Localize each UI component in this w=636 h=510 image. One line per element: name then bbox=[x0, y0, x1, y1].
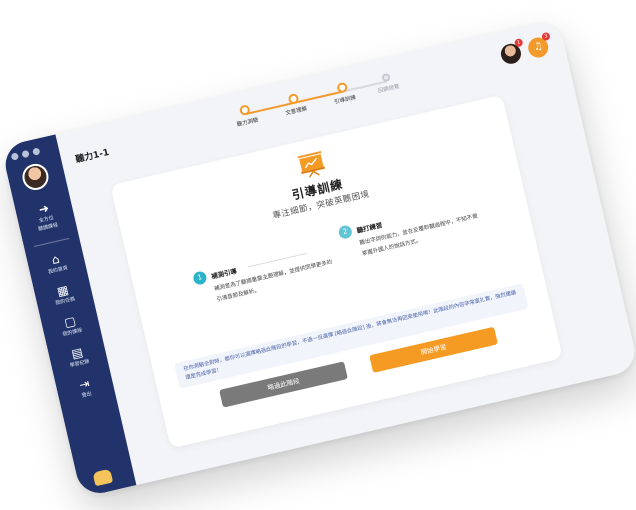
sidebar-avatar[interactable] bbox=[19, 161, 52, 193]
user-avatar[interactable]: 1 bbox=[498, 37, 524, 66]
window-dot bbox=[21, 149, 30, 159]
notification-badge: 3 bbox=[541, 31, 551, 42]
avatar-badge: 1 bbox=[513, 37, 524, 48]
step-label: 回顧總覽 bbox=[377, 83, 401, 95]
window-dot bbox=[10, 152, 20, 161]
mascot-icon bbox=[92, 468, 114, 487]
point-text: 補測是為了聽擷重要主題理解，並提供同學更多的引導音節及解析。 bbox=[213, 259, 333, 304]
step-label: 文意理解 bbox=[285, 106, 308, 117]
tablet-frame: ➜ 全方位 聽讀課程 ⌂ 我的首頁 ▦ 我的任務 ▢ 我的課程 ▤ 學習紀錄 ⇥… bbox=[0, 18, 636, 498]
point-title: 聽打練習 bbox=[355, 221, 384, 235]
point-number: 2 bbox=[337, 224, 354, 240]
step-label: 引導訓練 bbox=[333, 94, 357, 106]
sidebar-item-logout[interactable]: ⇥ 登出 bbox=[56, 372, 115, 404]
presentation-board-icon bbox=[297, 151, 326, 178]
step-circle bbox=[287, 92, 300, 105]
step-listening-test[interactable]: 聽力測驗 bbox=[219, 100, 272, 132]
lesson-title: 聽力1-1 bbox=[74, 147, 111, 166]
sidebar-divider bbox=[33, 237, 70, 248]
sidebar-item-tasks[interactable]: ▦ 我的任務 bbox=[34, 279, 93, 311]
point-number: 1 bbox=[192, 270, 208, 286]
window-dot bbox=[32, 147, 41, 156]
bell-icon: ♫ bbox=[532, 40, 544, 54]
step-circle bbox=[381, 72, 391, 83]
step-label: 聽力測驗 bbox=[236, 117, 260, 129]
window-dots bbox=[10, 147, 41, 161]
info-point: 1 補測引導 補測是為了聽擷重要主題理解，並提供同學更多的引導音節及解析。 bbox=[192, 239, 338, 303]
step-review[interactable]: 回顧總覽 bbox=[361, 67, 414, 98]
sidebar-item-home[interactable]: ⌂ 我的首頁 bbox=[27, 247, 86, 279]
point-text: 聽出字詞的能力，並在反覆聆聽過程中，不知不覺掌握外國人的說話方式。 bbox=[359, 213, 479, 258]
sidebar-item-records[interactable]: ▤ 學習紀錄 bbox=[49, 341, 108, 373]
step-comprehension[interactable]: 文意理解 bbox=[268, 88, 321, 120]
sidebar-item-courses[interactable]: ▢ 我的課程 bbox=[41, 310, 100, 342]
point-title: 補測引導 bbox=[210, 267, 238, 281]
notification-button[interactable]: ♫ 3 bbox=[526, 31, 551, 60]
step-circle bbox=[238, 104, 251, 117]
sidebar-item-course[interactable]: ➜ 全方位 聽讀課程 bbox=[15, 197, 76, 237]
step-circle bbox=[336, 81, 349, 94]
